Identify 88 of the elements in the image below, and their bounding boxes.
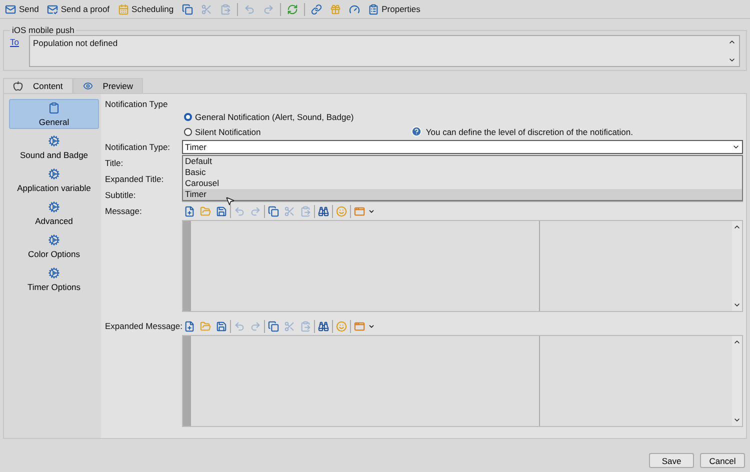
undo-icon xyxy=(234,206,245,216)
section-heading: Notification Type xyxy=(105,99,169,109)
new-file-icon xyxy=(184,320,195,332)
clipboard-icon xyxy=(368,4,379,14)
copy-icon xyxy=(268,206,279,216)
radio-icon[interactable] xyxy=(184,112,192,120)
gear-icon xyxy=(48,168,60,180)
refresh-icon xyxy=(286,4,298,14)
toolbar-button[interactable]: Scheduling xyxy=(116,1,176,17)
field-label: Expanded Message: xyxy=(105,321,182,331)
paste-icon xyxy=(300,206,311,216)
redo-icon xyxy=(250,320,261,332)
undo-icon xyxy=(234,320,245,332)
save-icon xyxy=(216,206,227,216)
binoculars-icon xyxy=(318,320,329,332)
recipient-field[interactable]: Population not defined xyxy=(28,35,740,67)
copy-icon xyxy=(268,320,279,332)
gear-icon xyxy=(48,234,60,246)
dropdown-option[interactable]: Timer xyxy=(183,189,742,200)
undo-icon xyxy=(244,4,255,14)
dropdown-option[interactable]: Default xyxy=(183,156,742,167)
save-icon xyxy=(216,320,227,332)
dialog-button[interactable]: Cancel xyxy=(700,453,745,468)
scroll-up-icon[interactable] xyxy=(733,338,741,346)
folder-icon xyxy=(200,320,211,332)
redo-icon xyxy=(262,4,274,14)
field-label: Message: xyxy=(105,206,143,216)
toolbar-button[interactable]: Properties xyxy=(366,1,422,17)
gauge-icon xyxy=(348,4,360,14)
toolbar-button[interactable]: Send xyxy=(3,1,41,17)
sidebar-item[interactable]: Color Options xyxy=(9,231,99,261)
tab[interactable]: Content xyxy=(3,78,73,93)
field-label: Notification Type: xyxy=(105,142,172,152)
cut-icon xyxy=(284,206,295,216)
window-icon xyxy=(354,320,365,332)
gear-icon xyxy=(48,134,60,146)
scroll-down-icon[interactable] xyxy=(728,56,736,64)
tab[interactable]: Preview xyxy=(72,78,144,93)
recipient-value: Population not defined xyxy=(32,38,118,50)
caret-icon xyxy=(732,143,740,151)
dropdown-option[interactable]: Basic xyxy=(183,167,742,178)
smiley-icon xyxy=(336,320,347,332)
gear-icon xyxy=(48,266,60,278)
scroll-down-icon[interactable] xyxy=(733,416,741,424)
link-icon xyxy=(310,4,322,14)
cut-icon xyxy=(200,4,212,14)
apple-icon xyxy=(13,81,23,91)
sidebar-item[interactable]: General xyxy=(9,99,99,129)
gear-icon xyxy=(48,200,60,212)
field-label: Expanded Title: xyxy=(105,174,165,184)
sidebar-item[interactable]: Timer Options xyxy=(9,264,99,294)
scrollbar[interactable] xyxy=(732,221,742,311)
envelope-check-icon xyxy=(46,4,58,14)
caret-icon xyxy=(368,322,375,330)
info-text: You can define the level of discretion of the notification. xyxy=(426,126,633,136)
window-icon xyxy=(354,206,365,216)
scroll-down-icon[interactable] xyxy=(733,301,741,309)
sidebar-item[interactable]: Application variable xyxy=(9,165,99,195)
to-link[interactable]: To xyxy=(10,35,19,47)
eye-icon xyxy=(82,81,93,91)
clipboard-icon xyxy=(48,102,60,114)
paste-icon xyxy=(220,4,231,14)
copy-icon xyxy=(182,4,193,14)
envelope-icon xyxy=(5,4,16,14)
toolbar-button[interactable]: Send a proof xyxy=(44,1,112,17)
calendar-icon xyxy=(118,4,129,14)
paste-icon xyxy=(300,320,311,332)
field-label: Title: xyxy=(105,158,124,168)
scrollbar[interactable] xyxy=(732,336,742,426)
dropdown-option[interactable]: Carousel xyxy=(183,178,742,189)
new-file-icon xyxy=(184,206,195,216)
caret-icon xyxy=(368,208,375,214)
folder-icon xyxy=(200,206,211,216)
help-icon xyxy=(410,126,422,137)
sidebar-item[interactable]: Sound and Badge xyxy=(9,132,99,162)
sidebar-item[interactable]: Advanced xyxy=(9,198,99,228)
binoculars-icon xyxy=(318,206,329,216)
radio-icon[interactable] xyxy=(184,128,192,136)
redo-icon xyxy=(250,206,261,216)
dialog-button[interactable]: Save xyxy=(649,453,694,468)
field-label: Subtitle: xyxy=(105,190,137,200)
group-title: iOS mobile push xyxy=(11,25,76,35)
notification-type-dropdown[interactable]: Timer xyxy=(182,140,743,154)
scroll-up-icon[interactable] xyxy=(733,223,741,231)
gift-icon xyxy=(330,4,341,14)
cut-icon xyxy=(284,320,295,332)
scroll-up-icon[interactable] xyxy=(728,38,736,46)
smiley-icon xyxy=(336,206,347,216)
